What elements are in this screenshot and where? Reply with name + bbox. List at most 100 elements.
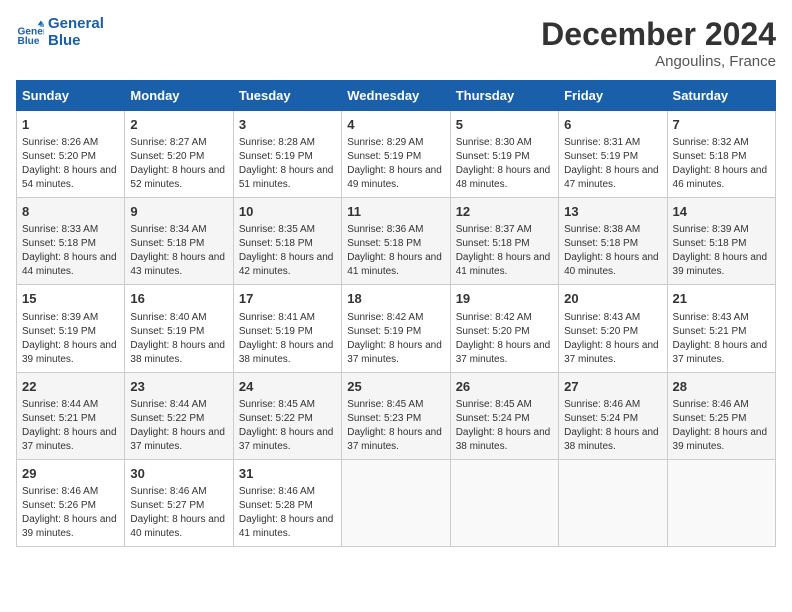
day-number: 2 [130, 116, 227, 134]
logo-line1: General [48, 16, 104, 33]
day-number: 20 [564, 290, 661, 308]
calendar-cell: 25Sunrise: 8:45 AM Sunset: 5:23 PM Dayli… [342, 372, 450, 459]
day-detail: Sunrise: 8:39 AM Sunset: 5:18 PM Dayligh… [673, 223, 770, 279]
calendar-cell: 15 Sunrise: 8:39 AM Sunset: 5:19 PM Dayli… [17, 285, 125, 372]
calendar-cell: 20 Sunrise: 8:43 AM Sunset: 5:20 PM Dayli… [559, 285, 667, 372]
day-detail: Sunrise: 8:41 AM Sunset: 5:19 PM Dayligh… [239, 311, 336, 367]
svg-text:Blue: Blue [18, 35, 40, 46]
day-number: 6 [564, 116, 661, 134]
day-detail: Sunrise: 8:35 AM Sunset: 5:18 PM Dayligh… [239, 223, 336, 279]
day-number: 26 [456, 378, 553, 396]
calendar-cell: 5 Sunrise: 8:30 AM Sunset: 5:19 PM Daylig… [450, 111, 558, 198]
calendar-cell: 2 Sunrise: 8:27 AM Sunset: 5:20 PM Daylig… [125, 111, 233, 198]
day-detail: Sunrise: 8:43 AM Sunset: 5:20 PM Dayligh… [564, 311, 661, 367]
calendar-cell: 27Sunrise: 8:46 AM Sunset: 5:24 PM Dayli… [559, 372, 667, 459]
calendar-cell: 23Sunrise: 8:44 AM Sunset: 5:22 PM Dayli… [125, 372, 233, 459]
day-detail: Sunrise: 8:46 AM Sunset: 5:28 PM Dayligh… [239, 485, 336, 541]
calendar-cell: 14 Sunrise: 8:39 AM Sunset: 5:18 PM Dayli… [667, 198, 775, 285]
calendar-cell [342, 459, 450, 546]
day-detail: Sunrise: 8:40 AM Sunset: 5:19 PM Dayligh… [130, 311, 227, 367]
day-number: 7 [673, 116, 770, 134]
logo-wordmark: General Blue [48, 16, 104, 49]
day-detail: Sunrise: 8:38 AM Sunset: 5:18 PM Dayligh… [564, 223, 661, 279]
day-detail: Sunrise: 8:37 AM Sunset: 5:18 PM Dayligh… [456, 223, 553, 279]
day-number: 11 [347, 203, 444, 221]
calendar-cell: 24 Sunrise: 8:45 AM Sunset: 5:22 PM Dayli… [233, 372, 341, 459]
day-number: 4 [347, 116, 444, 134]
calendar-cell: 22Sunrise: 8:44 AM Sunset: 5:21 PM Dayli… [17, 372, 125, 459]
calendar-cell: 13Sunrise: 8:38 AM Sunset: 5:18 PM Dayli… [559, 198, 667, 285]
location-title: Angoulins, France [541, 53, 776, 70]
day-detail: Sunrise: 8:30 AM Sunset: 5:19 PM Dayligh… [456, 136, 553, 192]
day-detail: Sunrise: 8:29 AM Sunset: 5:19 PM Dayligh… [347, 136, 444, 192]
day-header-wednesday: Wednesday [342, 81, 450, 111]
title-area: December 2024 Angoulins, France [541, 16, 776, 70]
day-detail: Sunrise: 8:28 AM Sunset: 5:19 PM Dayligh… [239, 136, 336, 192]
day-header-sunday: Sunday [17, 81, 125, 111]
day-detail: Sunrise: 8:42 AM Sunset: 5:20 PM Dayligh… [456, 311, 553, 367]
day-detail: Sunrise: 8:27 AM Sunset: 5:20 PM Dayligh… [130, 136, 227, 192]
day-header-monday: Monday [125, 81, 233, 111]
day-detail: Sunrise: 8:34 AM Sunset: 5:18 PM Dayligh… [130, 223, 227, 279]
day-number: 18 [347, 290, 444, 308]
day-detail: Sunrise: 8:45 AM Sunset: 5:22 PM Dayligh… [239, 398, 336, 454]
day-detail: Sunrise: 8:46 AM Sunset: 5:26 PM Dayligh… [22, 485, 119, 541]
day-number: 31 [239, 465, 336, 483]
calendar-cell: 8Sunrise: 8:33 AM Sunset: 5:18 PM Daylig… [17, 198, 125, 285]
day-number: 22 [22, 378, 119, 396]
calendar-cell: 18 Sunrise: 8:42 AM Sunset: 5:19 PM Dayli… [342, 285, 450, 372]
week-row-1: 1Sunrise: 8:26 AM Sunset: 5:20 PM Daylig… [17, 111, 776, 198]
calendar-cell: 28 Sunrise: 8:46 AM Sunset: 5:25 PM Dayli… [667, 372, 775, 459]
calendar-cell: 4 Sunrise: 8:29 AM Sunset: 5:19 PM Daylig… [342, 111, 450, 198]
day-number: 14 [673, 203, 770, 221]
day-detail: Sunrise: 8:46 AM Sunset: 5:27 PM Dayligh… [130, 485, 227, 541]
week-row-2: 8Sunrise: 8:33 AM Sunset: 5:18 PM Daylig… [17, 198, 776, 285]
day-number: 30 [130, 465, 227, 483]
calendar-cell: 21Sunrise: 8:43 AM Sunset: 5:21 PM Dayli… [667, 285, 775, 372]
day-number: 10 [239, 203, 336, 221]
day-number: 3 [239, 116, 336, 134]
day-number: 15 [22, 290, 119, 308]
day-detail: Sunrise: 8:42 AM Sunset: 5:19 PM Dayligh… [347, 311, 444, 367]
calendar-cell: 7 Sunrise: 8:32 AM Sunset: 5:18 PM Daylig… [667, 111, 775, 198]
day-detail: Sunrise: 8:26 AM Sunset: 5:20 PM Dayligh… [22, 136, 119, 192]
calendar-cell: 1Sunrise: 8:26 AM Sunset: 5:20 PM Daylig… [17, 111, 125, 198]
day-number: 24 [239, 378, 336, 396]
logo: General Blue General Blue [16, 16, 104, 49]
day-number: 16 [130, 290, 227, 308]
week-row-3: 15 Sunrise: 8:39 AM Sunset: 5:19 PM Dayli… [17, 285, 776, 372]
day-header-tuesday: Tuesday [233, 81, 341, 111]
day-detail: Sunrise: 8:33 AM Sunset: 5:18 PM Dayligh… [22, 223, 119, 279]
calendar-header-row: SundayMondayTuesdayWednesdayThursdayFrid… [17, 81, 776, 111]
day-header-saturday: Saturday [667, 81, 775, 111]
calendar-table: SundayMondayTuesdayWednesdayThursdayFrid… [16, 80, 776, 547]
calendar-cell: 19 Sunrise: 8:42 AM Sunset: 5:20 PM Dayli… [450, 285, 558, 372]
day-number: 12 [456, 203, 553, 221]
calendar-cell [559, 459, 667, 546]
calendar-cell [450, 459, 558, 546]
logo-line2: Blue [48, 33, 104, 50]
day-number: 25 [347, 378, 444, 396]
day-number: 29 [22, 465, 119, 483]
day-number: 19 [456, 290, 553, 308]
day-number: 28 [673, 378, 770, 396]
calendar-cell: 16 Sunrise: 8:40 AM Sunset: 5:19 PM Dayli… [125, 285, 233, 372]
calendar-cell: 3 Sunrise: 8:28 AM Sunset: 5:19 PM Daylig… [233, 111, 341, 198]
calendar-cell: 12 Sunrise: 8:37 AM Sunset: 5:18 PM Dayli… [450, 198, 558, 285]
day-detail: Sunrise: 8:46 AM Sunset: 5:25 PM Dayligh… [673, 398, 770, 454]
day-header-thursday: Thursday [450, 81, 558, 111]
day-detail: Sunrise: 8:36 AM Sunset: 5:18 PM Dayligh… [347, 223, 444, 279]
day-number: 5 [456, 116, 553, 134]
day-number: 9 [130, 203, 227, 221]
day-number: 17 [239, 290, 336, 308]
day-detail: Sunrise: 8:46 AM Sunset: 5:24 PM Dayligh… [564, 398, 661, 454]
month-title: December 2024 [541, 16, 776, 53]
calendar-cell: 17 Sunrise: 8:41 AM Sunset: 5:19 PM Dayli… [233, 285, 341, 372]
logo-icon: General Blue [16, 19, 44, 47]
day-detail: Sunrise: 8:39 AM Sunset: 5:19 PM Dayligh… [22, 311, 119, 367]
day-detail: Sunrise: 8:32 AM Sunset: 5:18 PM Dayligh… [673, 136, 770, 192]
day-detail: Sunrise: 8:45 AM Sunset: 5:24 PM Dayligh… [456, 398, 553, 454]
calendar-cell: 31 Sunrise: 8:46 AM Sunset: 5:28 PM Dayli… [233, 459, 341, 546]
week-row-4: 22Sunrise: 8:44 AM Sunset: 5:21 PM Dayli… [17, 372, 776, 459]
day-number: 23 [130, 378, 227, 396]
